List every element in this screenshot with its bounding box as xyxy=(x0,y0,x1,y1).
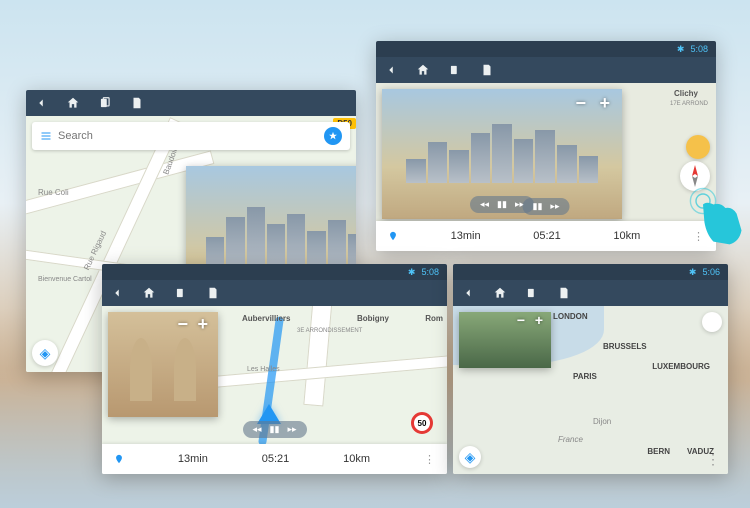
pip-overlay[interactable]: − + xyxy=(108,312,218,417)
place-label: Bobigny xyxy=(357,314,389,323)
navbar xyxy=(26,90,356,116)
zoom-out[interactable]: − xyxy=(575,93,586,114)
media-controls-2[interactable]: ▮▮ ▸▸ xyxy=(523,198,570,215)
next-icon[interactable]: ▸▸ xyxy=(550,201,559,212)
city-label: BRUSSELS xyxy=(603,342,647,351)
locate-button[interactable]: ◈ xyxy=(459,446,481,468)
sd-icon[interactable] xyxy=(557,286,571,300)
duration: 13min xyxy=(178,453,208,465)
place-label: Aubervilliers xyxy=(242,314,290,323)
arr-label: 17E ARROND xyxy=(670,101,708,107)
nav-screen-video: ✱ 5:08 Clichy 17E ARROND − + ◂◂ xyxy=(376,41,716,251)
next-icon[interactable]: ▸▸ xyxy=(287,424,296,435)
media-controls[interactable]: ◂◂ ▮▮ ▸▸ xyxy=(243,421,307,438)
back-icon[interactable] xyxy=(34,96,48,110)
clock: 5:08 xyxy=(421,267,439,277)
distance: 10km xyxy=(613,230,640,242)
clock: 5:06 xyxy=(702,267,720,277)
play-icon[interactable]: ▮▮ xyxy=(270,424,280,435)
sd-icon[interactable] xyxy=(130,96,144,110)
target-button[interactable] xyxy=(686,135,710,159)
locate-button[interactable]: ◈ xyxy=(32,340,58,366)
play-icon[interactable]: ▮▮ xyxy=(497,199,507,210)
pip-overlay[interactable]: − + xyxy=(459,312,551,368)
city-label: LONDON xyxy=(553,312,588,321)
home-icon[interactable] xyxy=(493,286,507,300)
pin-icon xyxy=(114,454,124,464)
prev-icon[interactable]: ◂◂ xyxy=(253,424,262,435)
speed-limit: 50 xyxy=(411,412,433,434)
home-icon[interactable] xyxy=(66,96,80,110)
back-icon[interactable] xyxy=(461,286,475,300)
prev-icon[interactable]: ◂◂ xyxy=(480,199,489,210)
eta: 05:21 xyxy=(533,230,561,242)
home-icon[interactable] xyxy=(142,286,156,300)
nav-bottom-bar: 13min 05:21 10km ⋮ xyxy=(102,444,447,474)
navbar xyxy=(376,57,716,83)
place-label: France xyxy=(558,435,583,444)
status-bar: ✱ 5:06 xyxy=(453,264,728,280)
distance: 10km xyxy=(343,453,370,465)
play-icon[interactable]: ▮▮ xyxy=(533,201,543,212)
recent-icon[interactable] xyxy=(448,63,462,77)
clock: 5:08 xyxy=(690,44,708,54)
bluetooth-icon: ✱ xyxy=(408,267,416,278)
back-icon[interactable] xyxy=(384,63,398,77)
zoom-out[interactable]: − xyxy=(517,312,525,328)
more-icon[interactable]: ⋮ xyxy=(706,451,720,468)
home-icon[interactable] xyxy=(416,63,430,77)
pip-overlay[interactable]: − + ◂◂ ▮▮ ▸▸ xyxy=(382,89,622,219)
street-label: Rue Coli xyxy=(38,188,69,197)
place-label: Dijon xyxy=(593,417,611,426)
city-label: BERN xyxy=(647,447,670,456)
zoom-in[interactable]: + xyxy=(599,93,610,114)
back-icon[interactable] xyxy=(110,286,124,300)
bluetooth-icon: ✱ xyxy=(689,267,697,278)
city-label: LUXEMBOURG xyxy=(652,362,710,371)
map-view[interactable]: LONDON BRUSSELS PARIS LUXEMBOURG BERN VA… xyxy=(453,306,728,474)
zoom-in[interactable]: + xyxy=(535,312,543,328)
recent-icon[interactable] xyxy=(98,96,112,110)
nav-screen-route: ✱ 5:08 Aubervilliers Bobigny Rom 3E ARRO… xyxy=(102,264,447,474)
arr-label: 3E ARRONDISSEMENT xyxy=(297,328,362,334)
place-label: Rom xyxy=(425,314,443,323)
status-bar: ✱ 5:08 xyxy=(376,41,716,57)
zoom-in[interactable]: + xyxy=(197,314,208,335)
hood-label: Les Halles xyxy=(247,366,280,373)
search-bar[interactable] xyxy=(32,122,350,150)
nav-bottom-bar: 13min 05:21 10km ⋮ xyxy=(376,221,716,251)
sd-icon[interactable] xyxy=(480,63,494,77)
sd-icon[interactable] xyxy=(206,286,220,300)
compass[interactable] xyxy=(702,312,722,332)
navbar xyxy=(102,280,447,306)
search-input[interactable] xyxy=(58,130,318,142)
map-label: Bienvenue Cartol xyxy=(38,276,92,283)
navbar xyxy=(453,280,728,306)
status-bar: ✱ 5:08 xyxy=(102,264,447,280)
recent-icon[interactable] xyxy=(525,286,539,300)
menu-icon[interactable] xyxy=(40,130,52,142)
touch-hand-graphic xyxy=(682,180,750,250)
suburb-label: Clichy xyxy=(674,89,698,98)
pin-icon xyxy=(388,231,398,241)
zoom-out[interactable]: − xyxy=(177,314,188,335)
nav-screen-europe: ✱ 5:06 LONDON BRUSSELS PARIS LUXEMBOURG … xyxy=(453,264,728,474)
duration: 13min xyxy=(451,230,481,242)
bookmark-button[interactable] xyxy=(324,127,342,145)
recent-icon[interactable] xyxy=(174,286,188,300)
bluetooth-icon: ✱ xyxy=(677,44,685,55)
eta: 05:21 xyxy=(262,453,290,465)
city-label: PARIS xyxy=(573,372,597,381)
more-icon[interactable]: ⋮ xyxy=(424,453,435,466)
